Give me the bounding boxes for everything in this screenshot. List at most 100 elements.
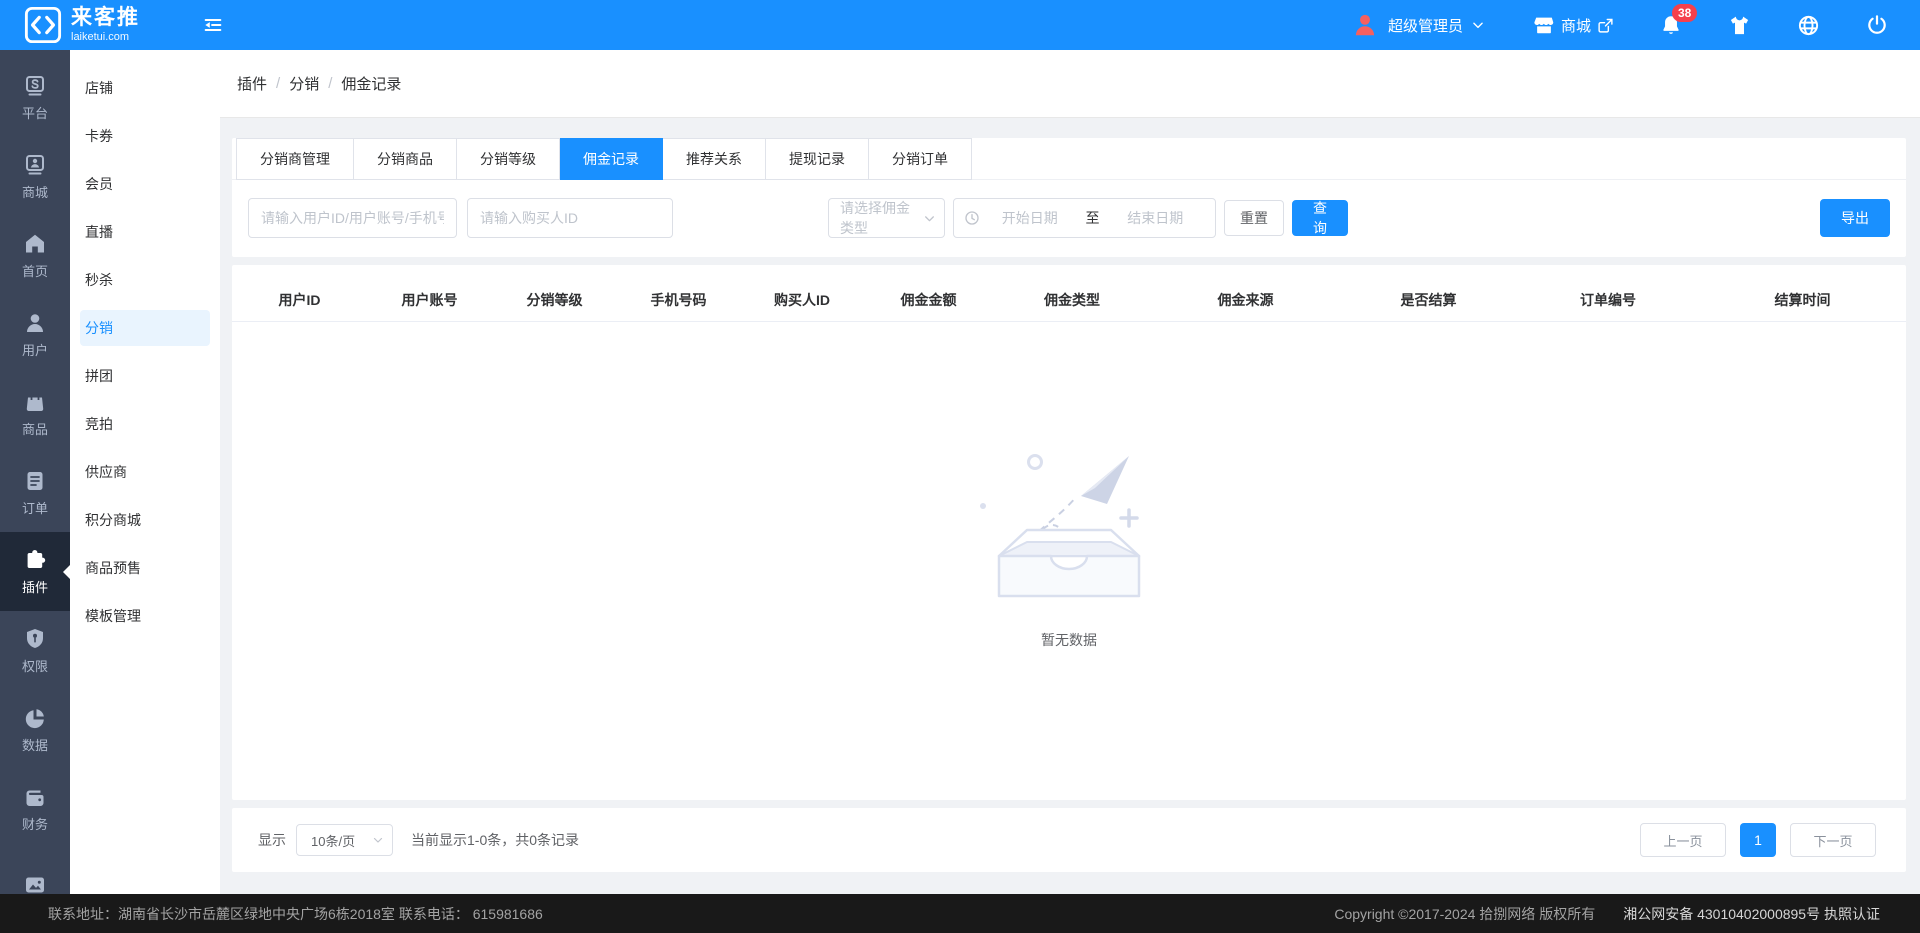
search-button[interactable]: 查询 <box>1292 200 1348 236</box>
breadcrumb-item[interactable]: 分销 <box>289 73 319 94</box>
submenu-item-template[interactable]: 模板管理 <box>70 592 220 640</box>
sidebar-item-plugins[interactable]: 插件 <box>0 532 70 611</box>
column-header: 佣金来源 <box>1151 290 1340 310</box>
breadcrumb-separator: / <box>328 75 332 92</box>
buyer-id-input[interactable] <box>467 198 673 238</box>
logo[interactable]: 来客推 laiketui.com <box>0 6 196 44</box>
submenu-item-points-mall[interactable]: 积分商城 <box>70 496 220 544</box>
commission-type-select[interactable]: 请选择佣金类型 <box>828 198 945 238</box>
date-range-picker[interactable]: 开始日期 至 结束日期 <box>953 198 1216 238</box>
storefront-icon <box>1533 14 1555 36</box>
tab-distribution-orders[interactable]: 分销订单 <box>869 138 972 180</box>
sidebar-item-media[interactable] <box>0 848 70 894</box>
notifications-button[interactable]: 38 <box>1660 14 1682 36</box>
submenu-item-shop[interactable]: 店铺 <box>70 64 220 112</box>
pagination-summary: 当前显示1-0条，共0条记录 <box>411 830 579 850</box>
sidebar-item-data[interactable]: 数据 <box>0 690 70 769</box>
shop-decorate-button[interactable] <box>1728 14 1751 37</box>
next-page-button[interactable]: 下一页 <box>1790 823 1876 857</box>
data-icon <box>23 706 47 730</box>
globe-icon <box>1797 14 1820 37</box>
export-button[interactable]: 导出 <box>1820 199 1890 237</box>
submenu-item-supplier[interactable]: 供应商 <box>70 448 220 496</box>
footer-police-record[interactable]: 湘公网安备 43010402000895号 执照认证 <box>1623 904 1880 924</box>
sidebar-item-users[interactable]: 用户 <box>0 295 70 374</box>
sidebar-item-home[interactable]: 首页 <box>0 216 70 295</box>
column-header: 订单编号 <box>1517 290 1699 310</box>
pagination-bar: 显示 10条/页 当前显示1-0条，共0条记录 上一页 1 下一页 <box>232 808 1906 872</box>
tab-distribution-level[interactable]: 分销等级 <box>457 138 560 180</box>
commission-type-placeholder: 请选择佣金类型 <box>840 198 923 238</box>
footer-contact: 联系地址：湖南省长沙市岳麓区绿地中央广场6栋2018室 联系电话： 615981… <box>48 904 543 924</box>
prev-page-button[interactable]: 上一页 <box>1640 823 1726 857</box>
current-page-button[interactable]: 1 <box>1740 823 1776 857</box>
distribution-tabs: 分销商管理 分销商品 分销等级 佣金记录 推荐关系 提现记录 分销订单 <box>232 138 1906 180</box>
sidebar-item-label: 插件 <box>22 577 48 596</box>
platform-icon <box>23 74 47 98</box>
tab-commission-records[interactable]: 佣金记录 <box>560 138 663 180</box>
main-content: 插件 / 分销 / 佣金记录 分销商管理 分销商品 分销等级 佣金记录 推荐关系… <box>220 50 1920 894</box>
column-header: 用户账号 <box>367 290 492 310</box>
column-header: 购买人ID <box>740 290 864 310</box>
sidebar-item-mall[interactable]: 商城 <box>0 137 70 216</box>
date-start-placeholder: 开始日期 <box>980 208 1080 228</box>
breadcrumb-item[interactable]: 插件 <box>237 73 267 94</box>
logout-button[interactable] <box>1866 14 1888 36</box>
breadcrumb-item-current: 佣金记录 <box>341 73 401 94</box>
column-header: 手机号码 <box>617 290 740 310</box>
mall-label: 商城 <box>1561 15 1591 36</box>
sidebar-item-label: 首页 <box>22 261 48 280</box>
submenu-item-presale[interactable]: 商品预售 <box>70 544 220 592</box>
tab-distribution-goods[interactable]: 分销商品 <box>354 138 457 180</box>
submenu-item-auction[interactable]: 竞拍 <box>70 400 220 448</box>
sidebar-item-permissions[interactable]: 权限 <box>0 611 70 690</box>
language-button[interactable] <box>1797 14 1820 37</box>
clock-icon <box>964 210 980 226</box>
filter-card: 分销商管理 分销商品 分销等级 佣金记录 推荐关系 提现记录 分销订单 请选择佣… <box>232 138 1906 257</box>
top-navbar: 来客推 laiketui.com 超级管理员 商城 <box>0 0 1920 50</box>
user-menu[interactable]: 超级管理员 <box>1352 12 1485 38</box>
primary-sidebar: 平台 商城 首页 用户 <box>0 50 70 894</box>
chevron-down-icon <box>372 834 384 846</box>
submenu-item-distribution[interactable]: 分销 <box>70 304 220 352</box>
page-size-select[interactable]: 10条/页 <box>296 824 393 856</box>
submenu-item-flashsale[interactable]: 秒杀 <box>70 256 220 304</box>
tab-referral-relations[interactable]: 推荐关系 <box>663 138 766 180</box>
footer-copyright: Copyright ©2017-2024 拾捌网络 版权所有 <box>1334 904 1595 924</box>
sidebar-item-label: 商品 <box>22 419 48 438</box>
goods-icon <box>23 390 47 414</box>
sidebar-item-label: 商城 <box>22 182 48 201</box>
date-end-placeholder: 结束日期 <box>1106 208 1206 228</box>
user-role: 超级管理员 <box>1388 15 1463 36</box>
sidebar-item-goods[interactable]: 商品 <box>0 374 70 453</box>
user-search-input[interactable] <box>248 198 457 238</box>
home-icon <box>23 232 47 256</box>
submenu-item-groupbuy[interactable]: 拼团 <box>70 352 220 400</box>
column-header: 结算时间 <box>1699 290 1906 310</box>
sidebar-item-finance[interactable]: 财务 <box>0 769 70 848</box>
empty-box-illustration <box>969 444 1169 612</box>
column-header: 分销等级 <box>492 290 617 310</box>
column-header: 用户ID <box>232 290 367 310</box>
submenu-item-coupon[interactable]: 卡券 <box>70 112 220 160</box>
mall-icon <box>23 153 47 177</box>
column-header: 是否结算 <box>1340 290 1517 310</box>
sidebar-item-label: 订单 <box>22 498 48 517</box>
sidebar-item-orders[interactable]: 订单 <box>0 453 70 532</box>
submenu-item-live[interactable]: 直播 <box>70 208 220 256</box>
submenu-item-member[interactable]: 会员 <box>70 160 220 208</box>
app-title: 来客推 <box>71 7 140 28</box>
commission-table-card: 用户ID 用户账号 分销等级 手机号码 购买人ID 佣金金额 佣金类型 佣金来源… <box>232 265 1906 800</box>
tab-distributor-management[interactable]: 分销商管理 <box>236 138 354 180</box>
breadcrumb: 插件 / 分销 / 佣金记录 <box>220 50 1920 118</box>
reset-button[interactable]: 重置 <box>1224 200 1284 236</box>
menu-fold-icon[interactable] <box>202 14 224 36</box>
sidebar-item-label: 用户 <box>22 340 48 359</box>
sidebar-item-label: 平台 <box>22 103 48 122</box>
mall-link[interactable]: 商城 <box>1533 14 1614 36</box>
order-icon <box>23 469 47 493</box>
breadcrumb-separator: / <box>276 75 280 92</box>
plugin-icon <box>23 548 47 572</box>
tab-withdrawal-records[interactable]: 提现记录 <box>766 138 869 180</box>
sidebar-item-platform[interactable]: 平台 <box>0 58 70 137</box>
